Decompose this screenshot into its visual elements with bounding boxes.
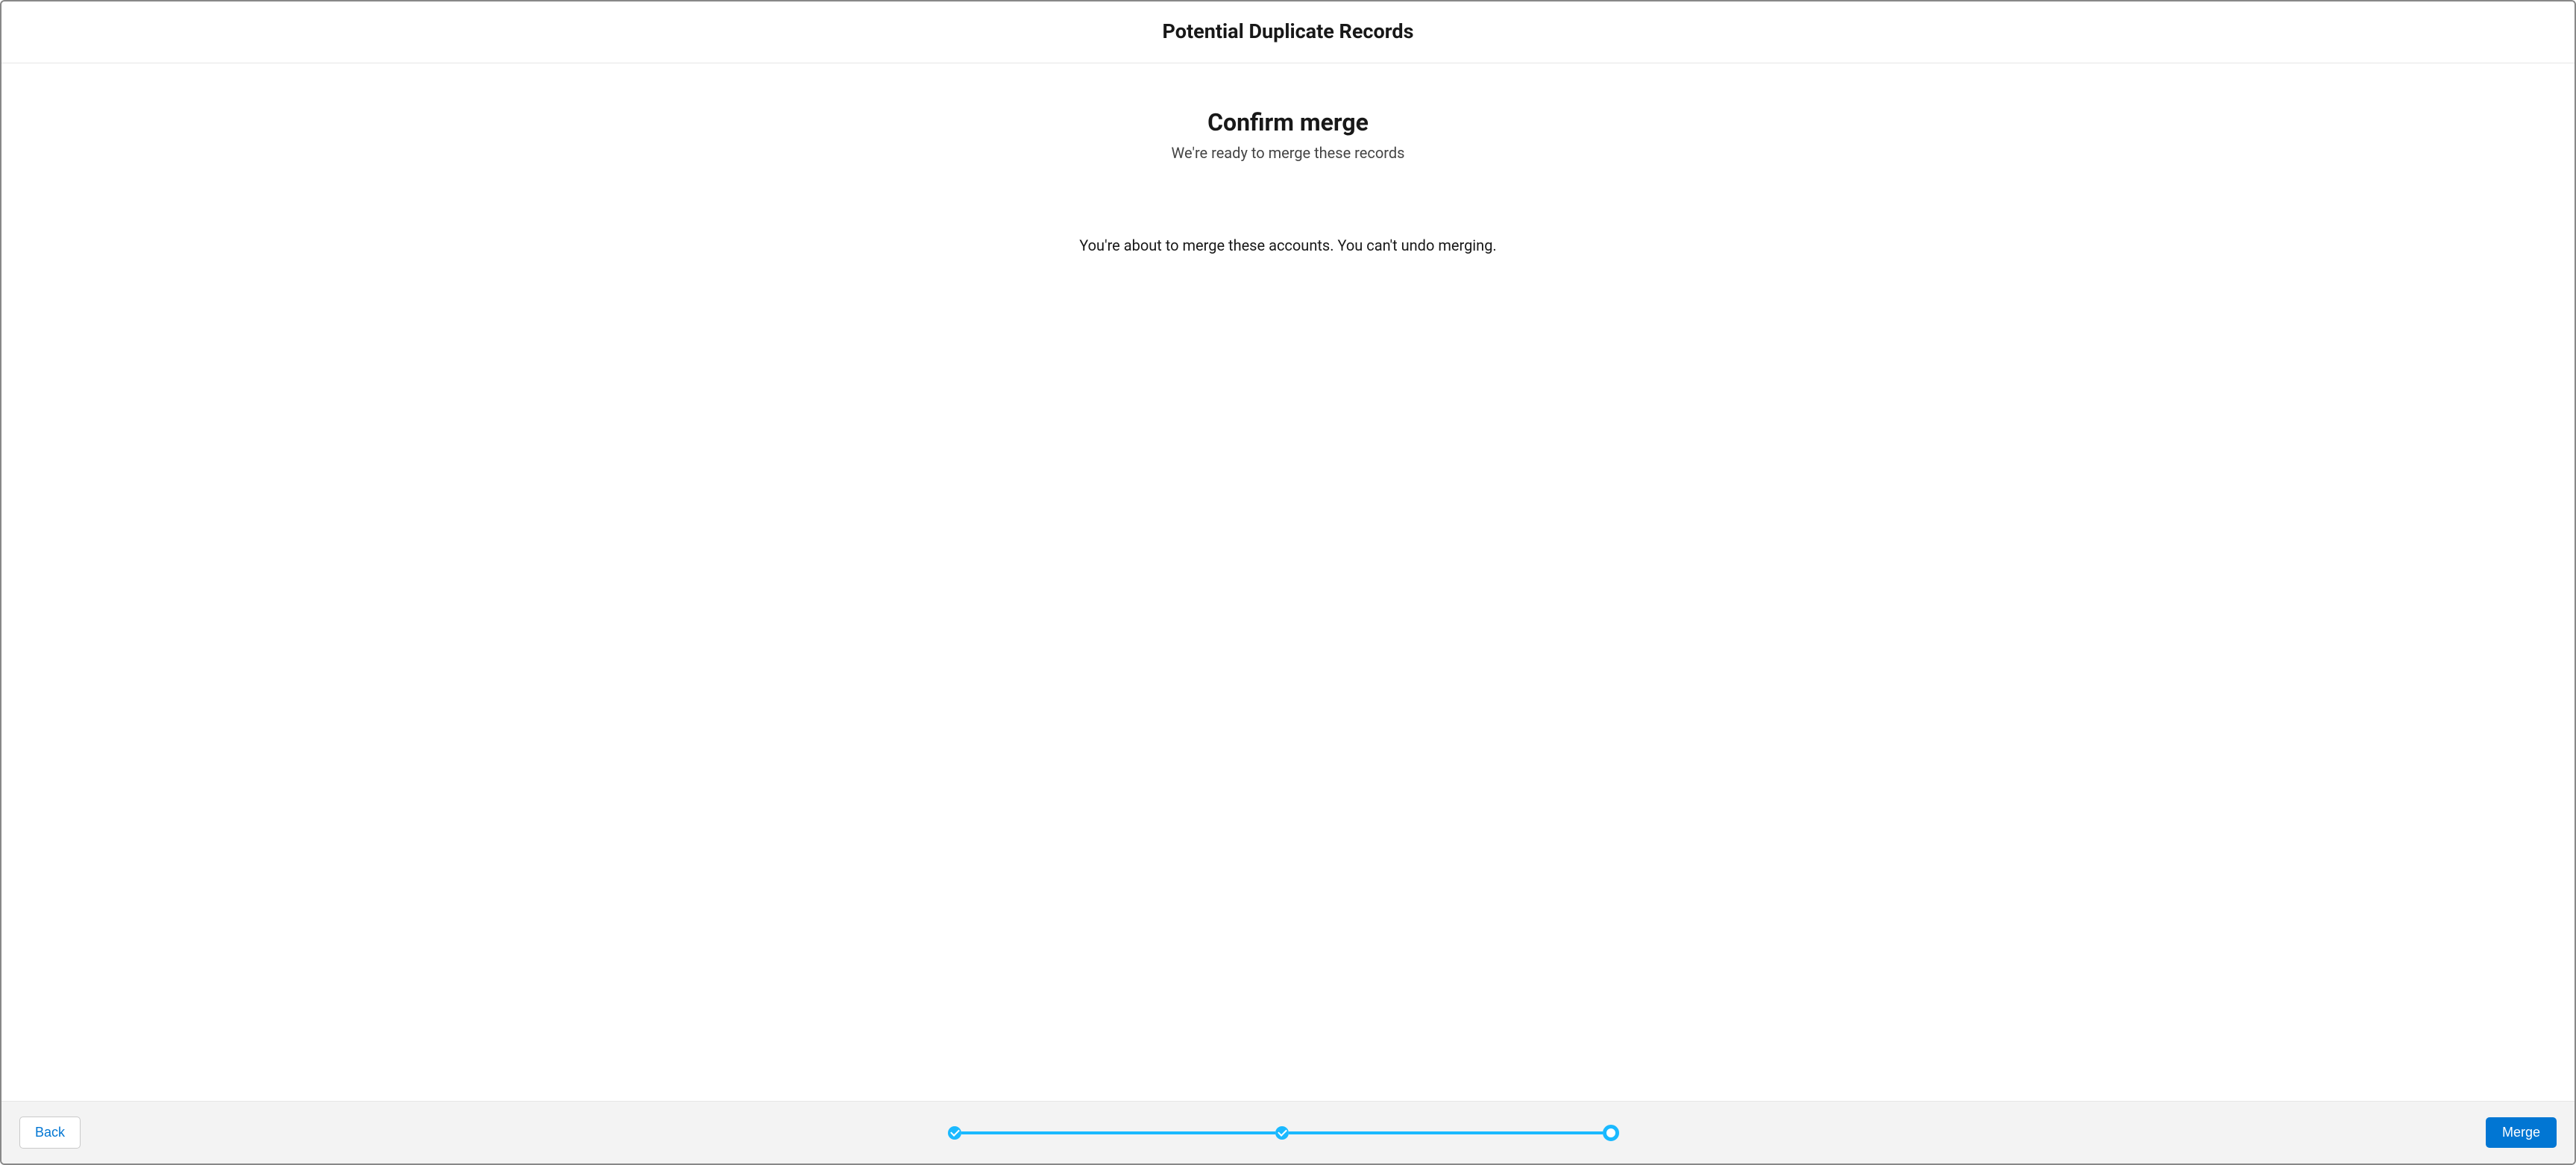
progress-line xyxy=(961,1131,1275,1134)
progress-step-3-current-icon xyxy=(1603,1125,1619,1141)
modal-title: Potential Duplicate Records xyxy=(1,19,2575,43)
progress-line xyxy=(1289,1131,1603,1134)
progress-bar xyxy=(948,1125,1619,1141)
merge-button[interactable]: Merge xyxy=(2486,1117,2557,1148)
progress-indicator xyxy=(81,1125,2486,1141)
progress-step-1-completed-icon xyxy=(948,1126,961,1140)
confirm-heading: Confirm merge xyxy=(1,108,2575,136)
modal-body: Confirm merge We're ready to merge these… xyxy=(1,63,2575,1101)
progress-step-2-completed-icon xyxy=(1275,1126,1289,1140)
modal-footer: Back Merge xyxy=(1,1101,2575,1164)
modal-container: Potential Duplicate Records Confirm merg… xyxy=(0,0,2576,1165)
confirm-subtitle: We're ready to merge these records xyxy=(1,144,2575,162)
merge-warning-text: You're about to merge these accounts. Yo… xyxy=(1,236,2575,254)
back-button[interactable]: Back xyxy=(19,1117,81,1149)
modal-header: Potential Duplicate Records xyxy=(1,1,2575,63)
